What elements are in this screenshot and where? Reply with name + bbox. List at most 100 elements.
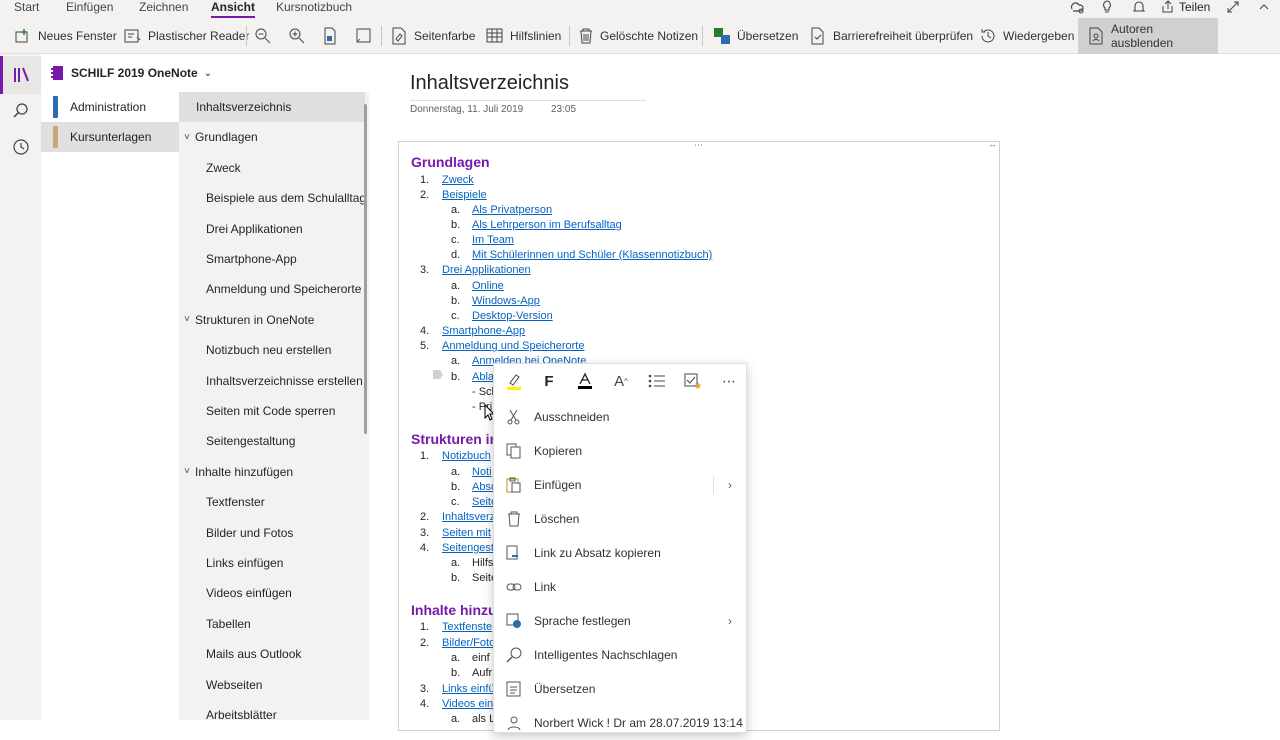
page-group[interactable]: ˅ Strukturen in OneNote xyxy=(179,305,365,335)
note-link[interactable]: Im Team xyxy=(472,234,514,246)
page-item[interactable]: Mails aus Outlook xyxy=(179,639,365,669)
tab-kursnotizbuch[interactable]: Kursnotizbuch xyxy=(276,0,352,18)
note-list-item[interactable]: 4. Smartphone-App xyxy=(420,324,525,338)
fullscreen-icon[interactable] xyxy=(1226,0,1240,19)
note-heading[interactable]: Grundlagen xyxy=(411,154,490,170)
note-link[interactable]: Seitengest xyxy=(442,542,494,554)
section-administration[interactable]: Administration xyxy=(41,92,179,122)
page-item[interactable]: Anmeldung und Speicherorte xyxy=(179,274,365,304)
bold-icon[interactable]: F xyxy=(537,369,561,393)
recent-notes-icon[interactable] xyxy=(0,128,41,166)
search-icon[interactable] xyxy=(0,92,41,130)
note-link[interactable]: Mit Schülerinnen und Schüler (Klassennot… xyxy=(472,249,712,261)
note-list-item[interactable]: 2. Bilder/Foto xyxy=(420,636,495,650)
page-item[interactable]: Bilder und Fotos xyxy=(179,518,365,548)
note-link[interactable]: Videos ein xyxy=(442,698,493,710)
section-kursunterlagen[interactable]: Kursunterlagen xyxy=(41,122,179,152)
translate-button[interactable]: Übersetzen xyxy=(713,18,798,54)
chevron-right-icon[interactable]: › xyxy=(728,478,732,492)
new-window-button[interactable]: Neues Fenster xyxy=(14,18,117,54)
page-item[interactable]: Inhaltsverzeichnis xyxy=(179,92,365,122)
note-list-item[interactable]: 3. Drei Applikationen xyxy=(420,263,531,277)
highlight-icon[interactable] xyxy=(502,369,526,393)
bell-icon[interactable] xyxy=(1132,0,1146,19)
rule-lines-button[interactable]: Hilfslinien xyxy=(486,18,561,54)
replay-button[interactable]: Wiedergeben xyxy=(979,18,1074,54)
page-item[interactable]: Inhaltsverzeichnisse erstellen xyxy=(179,366,365,396)
note-list-item[interactable]: 1. Zweck xyxy=(420,173,474,187)
tab-zeichnen[interactable]: Zeichnen xyxy=(139,0,188,18)
note-link[interactable]: Abla xyxy=(472,371,494,383)
bullets-icon[interactable] xyxy=(645,369,669,393)
note-list-item[interactable]: c. Seite xyxy=(451,495,497,509)
zoom-out-button[interactable] xyxy=(254,18,278,54)
note-list-item[interactable]: 2. Inhaltsverze xyxy=(420,510,501,524)
context-menu-item[interactable]: Kopieren xyxy=(494,434,746,468)
font-color-icon[interactable] xyxy=(573,369,597,393)
page-group[interactable]: ˅ Inhalte hinzufügen xyxy=(179,457,365,487)
note-list-item[interactable]: 1. Textfenste xyxy=(420,620,492,634)
note-link[interactable]: Drei Applikationen xyxy=(442,264,531,276)
page-item[interactable]: Drei Applikationen xyxy=(179,214,365,244)
page-width-button[interactable] xyxy=(355,18,379,54)
drag-handle-icon[interactable]: ⋯ xyxy=(694,142,703,151)
note-link[interactable]: Bilder/Foto xyxy=(442,637,495,649)
page-item[interactable]: Smartphone-App xyxy=(179,244,365,274)
lightbulb-icon[interactable] xyxy=(1101,0,1113,19)
note-link[interactable]: Beispiele xyxy=(442,189,487,201)
page-item[interactable]: Arbeitsblätter xyxy=(179,700,365,720)
context-menu-item[interactable]: Link zu Absatz kopieren xyxy=(494,536,746,570)
note-list-item[interactable]: 5. Anmeldung und Speicherorte xyxy=(420,339,584,353)
note-list-item[interactable]: 4. Seitengest xyxy=(420,541,494,555)
page-item[interactable]: Webseiten xyxy=(179,670,365,700)
page-item[interactable]: Beispiele aus dem Schulalltag xyxy=(179,183,366,213)
note-heading[interactable]: Strukturen ir xyxy=(411,431,495,447)
note-link[interactable]: Noti xyxy=(472,466,492,478)
context-menu-item[interactable]: Ausschneiden xyxy=(494,400,746,434)
hide-authors-button[interactable]: Autoren ausblenden xyxy=(1078,18,1218,54)
note-link[interactable]: Seiten mit xyxy=(442,527,491,539)
context-menu-item[interactable]: Norbert Wick ! Dr am 28.07.2019 13:14 xyxy=(494,706,746,740)
note-link[interactable]: Als Lehrperson im Berufsalltag xyxy=(472,219,622,231)
note-list-item[interactable]: b. Abla xyxy=(451,370,494,384)
note-link[interactable]: Notizbuch xyxy=(442,450,491,462)
notebook-picker[interactable]: SCHILF 2019 OneNote ⌄ xyxy=(41,54,369,92)
page-item[interactable]: Seiten mit Code sperren xyxy=(179,396,365,426)
tab-einfuegen[interactable]: Einfügen xyxy=(66,0,113,18)
page-item[interactable]: Notizbuch neu erstellen xyxy=(179,335,365,365)
note-list-item[interactable]: b. Aufr xyxy=(451,666,492,680)
zoom-in-button[interactable] xyxy=(288,18,312,54)
note-list-item[interactable]: c. Desktop-Version xyxy=(451,309,553,323)
note-list-item[interactable]: a. Hilfs xyxy=(451,556,493,570)
note-list-item[interactable]: a. Als Privatperson xyxy=(451,203,552,217)
note-list-item[interactable]: a. Online xyxy=(451,279,504,293)
more-options-icon[interactable]: ⋯ xyxy=(717,369,741,393)
note-list-item[interactable]: b. Seite xyxy=(451,571,497,585)
note-list-item[interactable]: a. Noti xyxy=(451,465,492,479)
tag-icon[interactable] xyxy=(681,369,705,393)
note-link[interactable]: Zweck xyxy=(442,174,474,186)
page-group[interactable]: ˅ Grundlagen xyxy=(179,122,365,152)
note-list-item[interactable]: 4. Videos ein xyxy=(420,697,493,711)
immersive-reader-button[interactable]: Plastischer Reader xyxy=(124,18,249,54)
note-link[interactable]: Desktop-Version xyxy=(472,310,553,322)
page-item[interactable]: Zweck xyxy=(179,153,365,183)
context-menu-item[interactable]: Einfügen › xyxy=(494,468,746,502)
page-color-button[interactable]: Seitenfarbe xyxy=(390,18,475,54)
chevron-down-icon[interactable]: ˅ xyxy=(179,132,195,143)
note-list-item[interactable]: d. Mit Schülerinnen und Schüler (Klassenn… xyxy=(451,248,712,262)
note-heading[interactable]: Inhalte hinzu xyxy=(411,602,497,618)
resize-handle-icon[interactable]: ↔ xyxy=(988,142,997,149)
page-item[interactable]: Videos einfügen xyxy=(179,578,365,608)
note-link[interactable]: Smartphone-App xyxy=(442,325,525,337)
note-list-item[interactable]: c. Im Team xyxy=(451,233,514,247)
context-menu-item[interactable]: Sprache festlegen › xyxy=(494,604,746,638)
sync-icon[interactable] xyxy=(1069,0,1085,19)
notebooks-icon[interactable] xyxy=(0,56,41,94)
page-list-scrollbar[interactable] xyxy=(364,104,367,434)
chevron-down-icon[interactable]: ˅ xyxy=(179,466,195,477)
note-link[interactable]: Links einfü xyxy=(442,683,495,695)
note-list-item[interactable]: 1. Notizbuch xyxy=(420,449,491,463)
note-link[interactable]: Textfenste xyxy=(442,621,492,633)
note-list-item[interactable]: b. Abso xyxy=(451,480,497,494)
